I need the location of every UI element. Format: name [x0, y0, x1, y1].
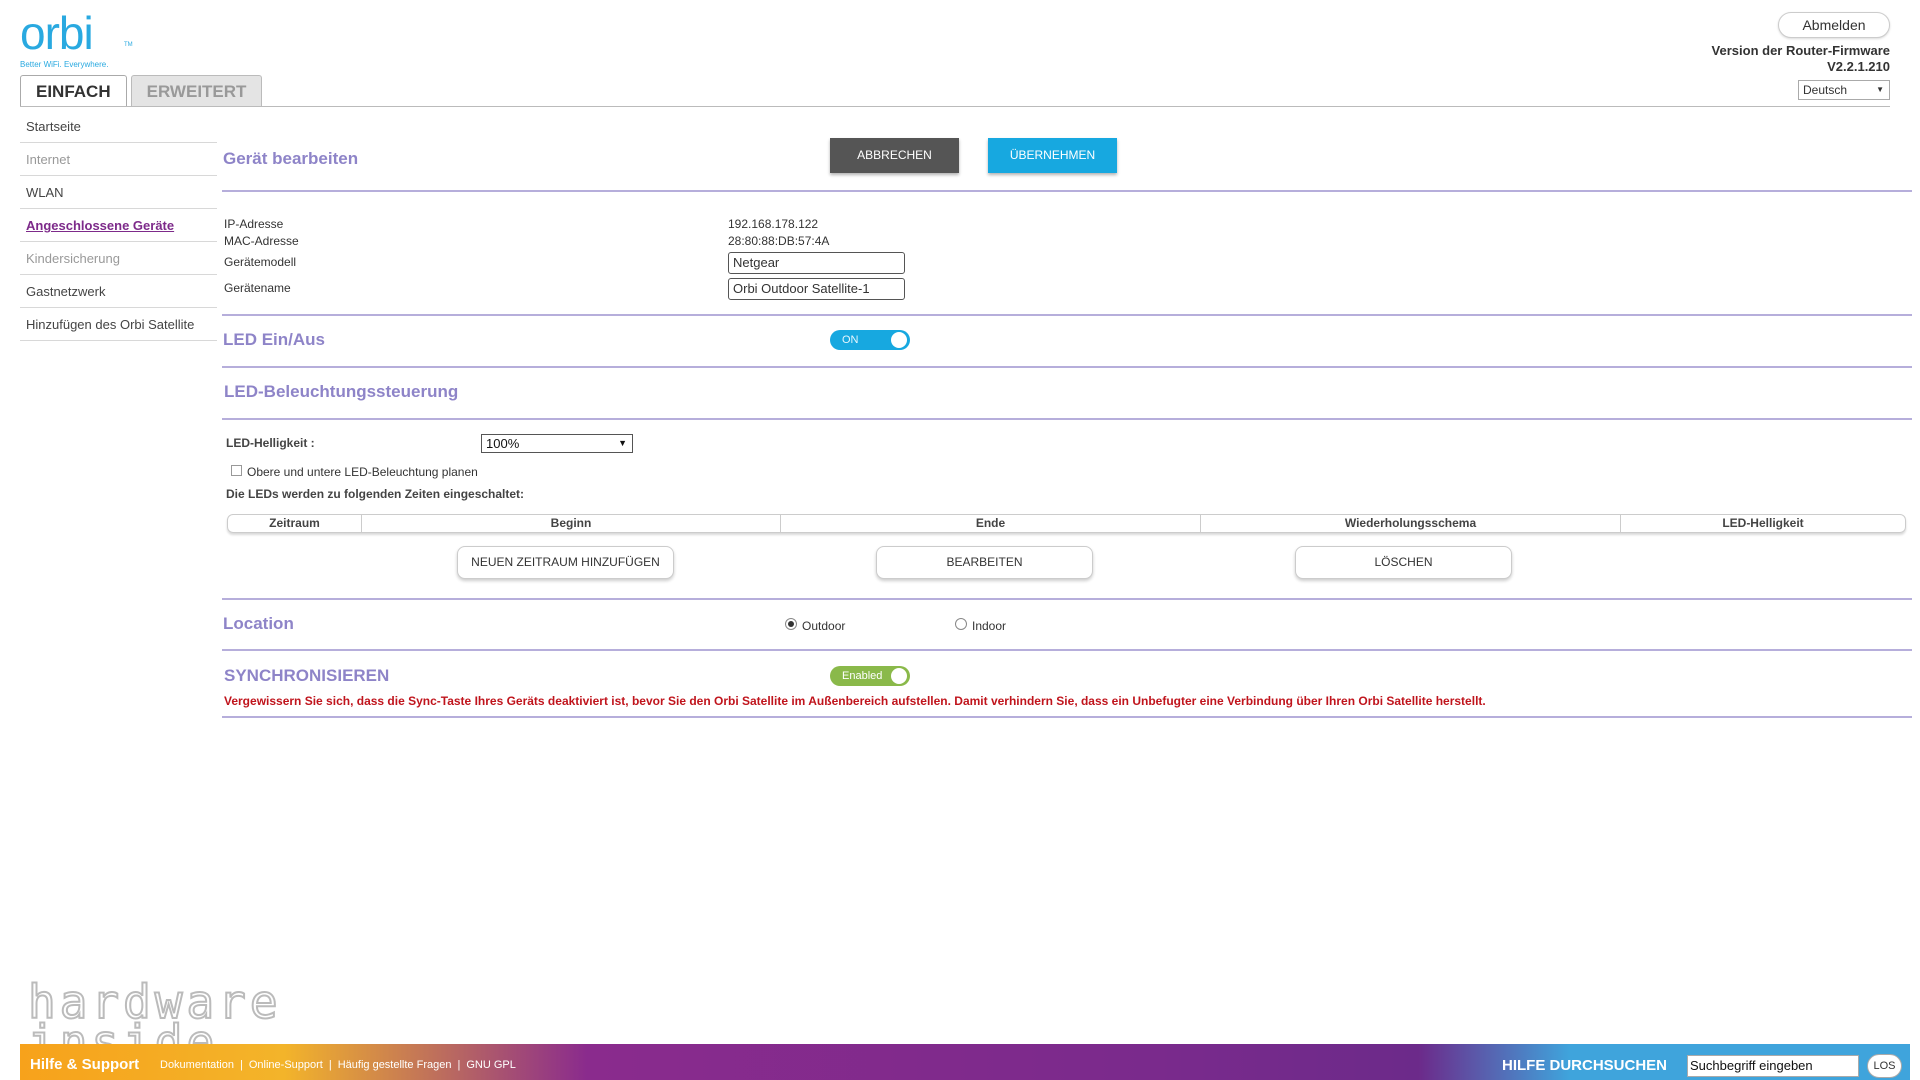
tab-einfach[interactable]: EINFACH [20, 75, 127, 107]
sidebar-nav: Startseite Internet WLAN Angeschlossene … [20, 110, 217, 341]
column-header-wiederholungsschema: Wiederholungsschema [1201, 515, 1621, 532]
link-separator: | [328, 1059, 332, 1071]
edit-period-button[interactable]: BEARBEITEN [876, 546, 1093, 579]
led-onoff-title: LED Ein/Aus [223, 330, 326, 349]
mode-tabs: EINFACH ERWEITERT [20, 75, 266, 107]
brightness-label: LED-Helligkeit : [226, 436, 315, 450]
help-search-input[interactable]: Suchbegriff eingeben [1687, 1055, 1859, 1077]
radio-outdoor-label: Outdoor [802, 619, 846, 633]
model-input[interactable]: Netgear [728, 252, 905, 274]
sidebar-item-angeschlossene-geraete[interactable]: Angeschlossene Geräte [20, 209, 217, 242]
sidebar-item-label: Angeschlossene Geräte [26, 218, 175, 233]
language-value: Deutsch [1803, 83, 1848, 97]
logo-text: orbi [20, 7, 94, 59]
location-title: Location [223, 614, 294, 633]
orbi-logo: orbi TM Better WiFi. Everywhere. [20, 7, 133, 72]
led-control-title: LED-Beleuchtungssteuerung [224, 382, 459, 401]
column-header-ende: Ende [781, 515, 1201, 532]
cancel-button[interactable]: ABBRECHEN [830, 138, 959, 173]
logo-trademark: TM [124, 42, 133, 48]
footer-link-faq[interactable]: Häufig gestellte Fragen [338, 1059, 452, 1071]
section-divider [222, 598, 1912, 600]
language-select[interactable]: Deutsch ▼ [1798, 80, 1890, 100]
dropdown-arrow-icon: ▼ [618, 438, 627, 448]
led-toggle-label: ON [842, 334, 859, 346]
sync-toggle[interactable]: Enabled [830, 666, 910, 686]
logo-tagline: Better WiFi. Everywhere. [20, 60, 109, 69]
tab-erweitert[interactable]: ERWEITERT [130, 75, 263, 107]
sync-warning-text: Vergewissern Sie sich, dass die Sync-Tas… [224, 694, 1486, 708]
firmware-label: Version der Router-Firmware [1711, 43, 1890, 58]
ip-value: 192.168.178.122 [728, 217, 819, 231]
column-header-beginn: Beginn [362, 515, 781, 532]
sidebar-item-gastnetzwerk[interactable]: Gastnetzwerk [20, 275, 217, 308]
section-divider [222, 314, 1912, 316]
sync-toggle-label: Enabled [842, 670, 883, 682]
device-name-input[interactable]: Orbi Outdoor Satellite-1 [728, 278, 905, 300]
toggle-knob [891, 332, 907, 348]
header-divider [20, 106, 1890, 107]
page-title: Gerät bearbeiten [223, 149, 359, 168]
schedule-info: Die LEDs werden zu folgenden Zeiten eing… [226, 487, 525, 501]
dropdown-arrow-icon: ▼ [1876, 85, 1884, 94]
footer-link-gnu-gpl[interactable]: GNU GPL [466, 1059, 516, 1071]
column-header-zeitraum: Zeitraum [228, 515, 362, 532]
section-divider [222, 716, 1912, 718]
section-divider [222, 190, 1912, 192]
sidebar-item-internet[interactable]: Internet [20, 143, 217, 176]
radio-outdoor[interactable] [785, 618, 797, 630]
link-separator: | [457, 1059, 461, 1071]
add-period-button[interactable]: NEUEN ZEITRAUM HINZUFÜGEN [457, 546, 674, 579]
radio-indoor[interactable] [955, 618, 967, 630]
sidebar-item-orbi-satellite[interactable]: Hinzufügen des Orbi Satellite [20, 308, 217, 341]
footer-links: Dokumentation | Online-Support | Häufig … [160, 1059, 516, 1071]
mac-label: MAC-Adresse [224, 234, 299, 248]
device-name-label: Gerätename [224, 281, 291, 295]
toggle-knob [891, 668, 907, 684]
column-header-led-helligkeit: LED-Helligkeit [1722, 516, 1804, 530]
sidebar-item-kindersicherung[interactable]: Kindersicherung [20, 242, 217, 275]
led-toggle[interactable]: ON [830, 330, 910, 350]
radio-indoor-label: Indoor [972, 619, 1007, 633]
brightness-select[interactable]: 100% ▼ [481, 434, 633, 453]
help-search-go-button[interactable]: LOS [1867, 1054, 1902, 1078]
sidebar-item-startseite[interactable]: Startseite [20, 110, 217, 143]
section-divider [222, 366, 1912, 368]
schedule-table-header: Zeitraum Beginn Ende Wiederholungsschema… [227, 514, 1906, 533]
schedule-checkbox[interactable] [231, 465, 242, 476]
mac-value: 28:80:88:DB:57:4A [728, 234, 830, 248]
schedule-checkbox-label: Obere und untere LED-Beleuchtung planen [247, 465, 478, 479]
model-label: Gerätemodell [224, 255, 297, 269]
brightness-value: 100% [486, 436, 520, 451]
footer-help-title: Hilfe & Support [30, 1056, 140, 1073]
apply-button[interactable]: ÜBERNEHMEN [988, 138, 1117, 173]
link-separator: | [240, 1059, 243, 1071]
delete-period-button[interactable]: LÖSCHEN [1295, 546, 1512, 579]
firmware-version: V2.2.1.210 [1827, 59, 1890, 74]
ip-label: IP-Adresse [224, 217, 284, 231]
help-search-title: HILFE DURCHSUCHEN [1502, 1057, 1667, 1074]
sidebar-item-wlan[interactable]: WLAN [20, 176, 217, 209]
sync-title: SYNCHRONISIEREN [224, 666, 390, 685]
footer-link-online-support[interactable]: Online-Support [249, 1059, 323, 1071]
logout-button[interactable]: Abmelden [1778, 12, 1890, 38]
footer-link-documentation[interactable]: Dokumentation [160, 1059, 234, 1071]
section-divider [222, 649, 1912, 651]
section-divider [222, 418, 1912, 420]
footer-bar: Hilfe & Support Dokumentation | Online-S… [20, 1044, 1910, 1080]
